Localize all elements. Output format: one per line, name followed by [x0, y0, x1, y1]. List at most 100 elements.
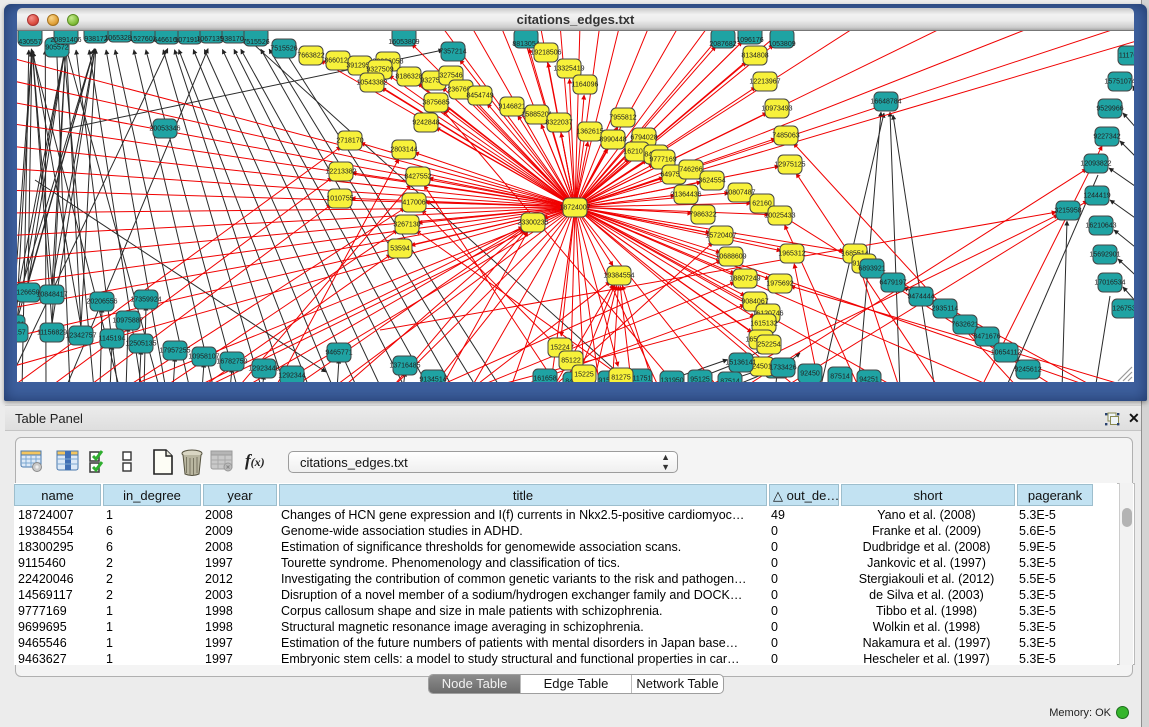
- svg-text:417006: 417006: [402, 200, 425, 207]
- svg-text:9146821: 9146821: [498, 104, 525, 111]
- svg-text:3624554: 3624554: [698, 178, 725, 185]
- svg-text:8990448: 8990448: [599, 137, 626, 144]
- svg-text:17957255: 17957255: [159, 348, 190, 355]
- svg-text:10654112: 10654112: [991, 350, 1022, 357]
- svg-text:8427552: 8427552: [404, 174, 431, 181]
- svg-text:12093822: 12093822: [1080, 161, 1111, 168]
- svg-text:10973493: 10973493: [761, 106, 792, 113]
- svg-text:7485063: 7485063: [772, 133, 799, 140]
- svg-text:126753: 126753: [1112, 306, 1134, 313]
- svg-text:95125: 95125: [690, 377, 710, 383]
- svg-text:94251: 94251: [859, 377, 879, 383]
- svg-text:23300235: 23300235: [517, 220, 548, 227]
- svg-text:15751074: 15751074: [1104, 79, 1134, 86]
- svg-text:12975125: 12975125: [774, 162, 805, 169]
- svg-text:10848417: 10848417: [36, 292, 67, 299]
- svg-text:16648784: 16648784: [870, 99, 901, 106]
- svg-text:62160: 62160: [752, 201, 772, 208]
- svg-text:15720407: 15720407: [705, 233, 736, 240]
- svg-text:7955812: 7955812: [609, 115, 636, 122]
- svg-text:7515526: 7515526: [270, 46, 297, 53]
- svg-text:6794028: 6794028: [630, 135, 657, 142]
- svg-text:15225: 15225: [574, 372, 594, 379]
- svg-text:1244419: 1244419: [1083, 193, 1110, 200]
- svg-text:9134514: 9134514: [419, 377, 446, 383]
- svg-text:17016534: 17016534: [1094, 280, 1125, 287]
- svg-text:3215958: 3215958: [1054, 208, 1081, 215]
- svg-text:20206556: 20206556: [86, 299, 117, 306]
- svg-text:12923448: 12923448: [248, 366, 279, 373]
- svg-text:1292344: 1292344: [278, 373, 305, 380]
- svg-text:10025433: 10025433: [764, 213, 795, 220]
- svg-text:7986322: 7986322: [689, 212, 716, 219]
- svg-text:18807249: 18807249: [729, 276, 760, 283]
- svg-text:87514: 87514: [830, 374, 850, 381]
- svg-text:13325419: 13325419: [553, 66, 584, 73]
- svg-text:85122: 85122: [561, 358, 581, 365]
- svg-text:9777169: 9777169: [649, 157, 676, 164]
- svg-text:1615132: 1615132: [750, 321, 777, 328]
- svg-text:20891406: 20891406: [50, 37, 81, 44]
- svg-text:7515526: 7515526: [242, 39, 269, 46]
- svg-text:1010755: 1010755: [326, 196, 353, 203]
- svg-text:53594: 53594: [390, 246, 410, 253]
- svg-text:3875685: 3875685: [422, 100, 449, 107]
- svg-text:11156829: 11156829: [37, 330, 67, 337]
- svg-text:161658: 161658: [533, 376, 556, 383]
- svg-text:9245612: 9245612: [1014, 367, 1041, 374]
- svg-text:1733426: 1733426: [769, 365, 796, 372]
- svg-text:9529966: 9529966: [1096, 106, 1123, 113]
- svg-text:9242848: 9242848: [412, 120, 439, 127]
- svg-text:15692901: 15692901: [1089, 252, 1120, 259]
- svg-text:1145194: 1145194: [99, 336, 126, 343]
- svg-text:8471676: 8471676: [973, 334, 1000, 341]
- svg-text:92450: 92450: [800, 371, 820, 378]
- svg-text:21364436: 21364436: [670, 192, 701, 199]
- svg-text:16210643: 16210643: [1085, 223, 1116, 230]
- svg-text:7357214: 7357214: [439, 49, 466, 56]
- svg-text:12213382: 12213382: [325, 169, 356, 176]
- svg-text:9465771: 9465771: [325, 350, 352, 357]
- svg-text:81275: 81275: [611, 375, 631, 382]
- svg-text:430557: 430557: [18, 39, 41, 46]
- svg-text:39157: 39157: [17, 330, 26, 337]
- svg-text:10543382: 10543382: [356, 80, 387, 87]
- svg-text:7663822: 7663822: [297, 53, 324, 60]
- svg-text:2718170: 2718170: [336, 138, 363, 145]
- svg-text:16782759: 16782759: [216, 359, 247, 366]
- svg-text:252254: 252254: [757, 342, 780, 349]
- svg-text:1164096: 1164096: [572, 82, 599, 89]
- svg-text:10688609: 10688609: [715, 254, 746, 261]
- svg-text:2803144: 2803144: [390, 147, 417, 154]
- svg-text:9227342: 9227342: [1093, 134, 1120, 141]
- svg-text:8134808: 8134808: [741, 53, 768, 60]
- svg-text:12505135: 12505135: [125, 341, 156, 348]
- svg-text:12342757: 12342757: [65, 333, 96, 340]
- svg-text:19218506: 19218506: [530, 50, 561, 57]
- svg-text:19384554: 19384554: [603, 273, 634, 280]
- svg-text:746266: 746266: [679, 167, 702, 174]
- svg-text:10975887: 10975887: [112, 318, 143, 325]
- svg-text:2087682: 2087682: [709, 41, 736, 48]
- svg-text:13716485: 13716485: [389, 363, 420, 370]
- svg-text:6479197: 6479197: [879, 280, 906, 287]
- svg-text:7632621: 7632621: [951, 322, 978, 329]
- svg-text:18724007: 18724007: [559, 205, 590, 212]
- svg-text:15224: 15224: [550, 345, 570, 352]
- svg-text:1053809: 1053809: [768, 41, 795, 48]
- svg-text:1975692: 1975692: [766, 281, 793, 288]
- svg-text:3267130: 3267130: [393, 222, 420, 229]
- svg-text:10958107: 10958107: [188, 354, 219, 361]
- svg-text:87514: 87514: [720, 379, 740, 383]
- svg-text:111764: 111764: [1119, 53, 1134, 60]
- svg-text:16053809: 16053809: [388, 39, 419, 46]
- svg-text:17359924: 17359924: [130, 297, 161, 304]
- svg-text:20053346: 20053346: [149, 126, 180, 133]
- svg-text:1965312: 1965312: [778, 251, 805, 258]
- svg-text:1362615: 1362615: [576, 129, 603, 136]
- svg-text:12213967: 12213967: [749, 79, 780, 86]
- svg-text:327546: 327546: [439, 73, 462, 80]
- svg-text:15136141: 15136141: [725, 360, 756, 367]
- svg-text:131950: 131950: [660, 378, 683, 383]
- svg-text:6893921: 6893921: [858, 266, 885, 273]
